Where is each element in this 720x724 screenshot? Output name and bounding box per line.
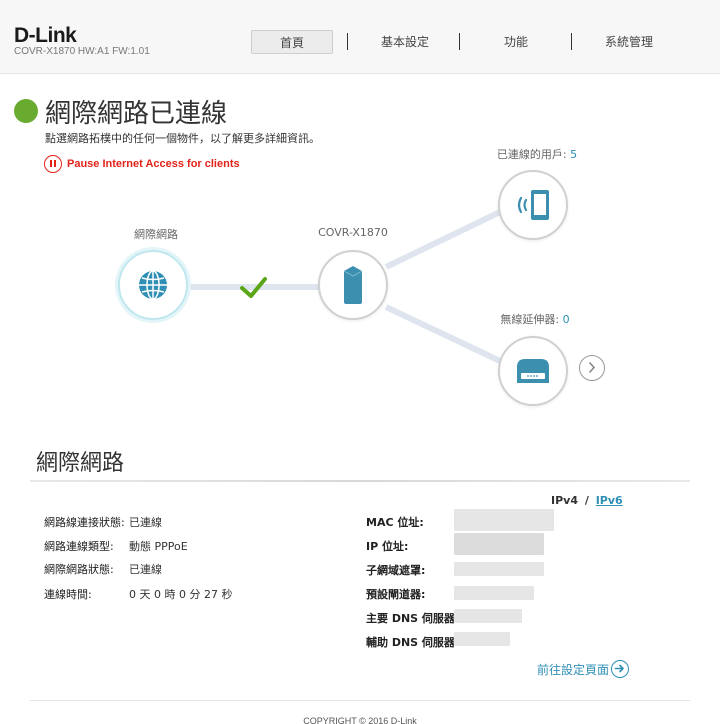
cable-status-label: 網路線連接狀態: — [44, 516, 125, 529]
primary-dns-label: 主要 DNS 伺服器: — [366, 612, 460, 625]
default-gateway-label: 預設閘道器: — [366, 588, 426, 601]
clients-label: 已連線的用戶: 5 — [482, 146, 592, 162]
primary-dns-value — [454, 609, 522, 623]
clients-node[interactable] — [498, 170, 568, 240]
goto-settings-link[interactable]: 前往設定頁面 — [537, 660, 630, 678]
nav-management[interactable]: 系統管理 — [588, 30, 670, 54]
ip-version-separator: / — [584, 494, 589, 507]
extenders-node[interactable] — [498, 336, 568, 406]
footer-divider — [30, 700, 690, 701]
internet-status-label: 網際網路狀態: — [44, 563, 114, 576]
tablet-icon — [517, 190, 549, 220]
router-icon — [343, 266, 363, 304]
model-info: COVR-X1870 HW:A1 FW:1.01 — [14, 46, 150, 57]
subnet-mask-value — [454, 562, 544, 576]
cable-status-value: 已連線 — [129, 516, 162, 529]
default-gateway-value — [454, 586, 534, 600]
extender-icon — [517, 359, 549, 383]
uptime-value: 0 天 0 時 0 分 27 秒 — [129, 588, 233, 601]
next-page-button[interactable] — [579, 355, 605, 381]
internet-node[interactable] — [118, 250, 188, 320]
dlink-logo[interactable]: D-Link — [14, 24, 77, 48]
extenders-count: 0 — [562, 313, 570, 326]
goto-settings-label: 前往設定頁面 — [537, 662, 610, 677]
ip-version-switch: IPv4 / IPv6 — [551, 494, 623, 507]
secondary-dns-value — [454, 632, 510, 646]
globe-icon — [139, 270, 167, 300]
nav-divider — [347, 33, 348, 50]
link-router-clients — [384, 209, 502, 270]
clients-label-text: 已連線的用戶: — [496, 148, 567, 161]
internet-label: 網際網路 — [134, 228, 178, 241]
internet-status-value: 已連線 — [129, 563, 162, 576]
secondary-dns-label: 輔助 DNS 伺服器: — [366, 636, 460, 649]
nav-features[interactable]: 功能 — [478, 30, 554, 54]
subnet-mask-label: 子網域遮罩: — [366, 564, 426, 577]
ipv6-tab[interactable]: IPv6 — [596, 494, 623, 507]
clients-count: 5 — [570, 148, 578, 161]
nav-home[interactable]: 首頁 — [251, 30, 333, 54]
ip-address-value — [454, 533, 544, 555]
ip-address-label: IP 位址: — [366, 540, 409, 553]
nav-divider — [571, 33, 572, 50]
mac-address-label: MAC 位址: — [366, 516, 424, 529]
nav-basic-settings[interactable]: 基本設定 — [365, 30, 445, 54]
mac-address-value — [454, 509, 554, 531]
nav-divider — [459, 33, 460, 50]
copyright: COPYRIGHT © 2016 D-Link — [303, 716, 417, 724]
link-router-extenders — [384, 304, 502, 364]
connection-type-label: 網路連線類型: — [44, 540, 114, 553]
chevron-right-icon — [588, 361, 596, 374]
section-title: 網際網路 — [36, 451, 125, 476]
router-label: COVR-X1870 — [318, 226, 388, 239]
header: D-Link COVR-X1870 HW:A1 FW:1.01 首頁 基本設定 … — [0, 0, 720, 74]
network-topology: 網際網路 COVR-X1870 已連線的用戶: 5 無線延伸器: 0 — [0, 140, 720, 430]
uptime-label: 連線時間: — [44, 588, 92, 601]
extenders-label: 無線延伸器: 0 — [490, 311, 580, 327]
arrow-right-icon — [611, 660, 630, 678]
extenders-label-text: 無線延伸器: — [500, 313, 560, 326]
status-indicator — [14, 99, 38, 123]
ipv4-tab[interactable]: IPv4 — [551, 494, 578, 507]
router-node[interactable] — [318, 250, 388, 320]
section-divider — [30, 480, 690, 482]
page-title: 網際網路已連線 — [45, 99, 228, 129]
connection-type-value: 動態 PPPoE — [129, 540, 188, 553]
